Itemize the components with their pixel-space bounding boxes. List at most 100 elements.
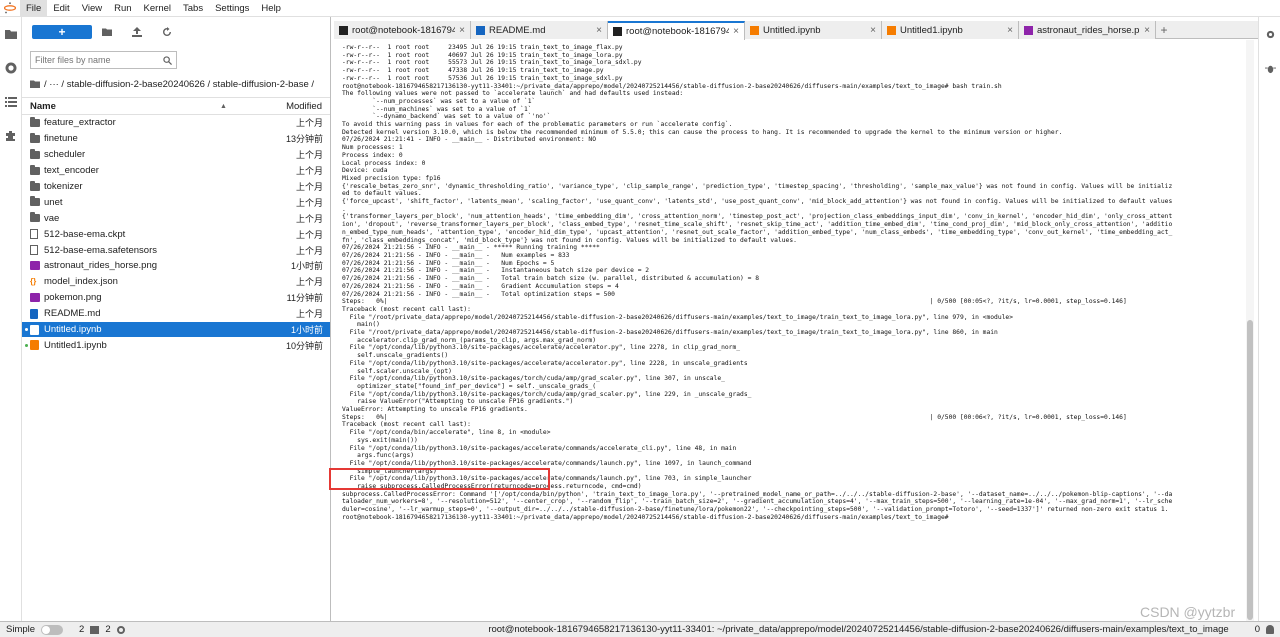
image-file-icon xyxy=(30,292,44,304)
menu-file[interactable]: File xyxy=(20,0,48,17)
search-icon xyxy=(163,55,172,65)
close-icon[interactable]: × xyxy=(870,25,876,36)
file-row[interactable]: feature_extractor 上个月 xyxy=(22,115,330,131)
terminal-line: Traceback (most recent call last): xyxy=(342,421,471,429)
tab[interactable]: README.md × xyxy=(471,21,608,39)
terminal-output[interactable]: -rw-r--r-- 1 root root 23495 Jul 26 19:1… xyxy=(334,40,1254,621)
file-row[interactable]: Untitled1.ipynb 10分钟前 xyxy=(22,337,330,353)
file-row[interactable]: astronaut_rides_horse.png 1小时前 xyxy=(22,258,330,274)
menu-run[interactable]: Run xyxy=(108,0,137,17)
terminal-line: Mixed precision type: fp16 xyxy=(342,174,441,182)
menu-help[interactable]: Help xyxy=(255,0,287,17)
tab-label: Untitled1.ipynb xyxy=(900,24,963,36)
breadcrumb-path[interactable]: / ··· / stable-diffusion-2-base20240626 … xyxy=(44,79,314,90)
tab[interactable]: astronaut_rides_horse.png × xyxy=(1019,21,1156,39)
terminal-line: root@notebook-1816794658217136130-yyt11-… xyxy=(342,513,953,521)
file-row[interactable]: Untitled.ipynb 1小时前 xyxy=(22,321,330,338)
file-name: astronaut_rides_horse.png xyxy=(44,260,158,272)
kernel-gear-icon xyxy=(116,625,125,634)
extensions-icon[interactable] xyxy=(0,119,22,153)
terminal-line: ed to default values. xyxy=(342,190,422,198)
file-row[interactable]: scheduler 上个月 xyxy=(22,147,330,163)
terminal-line: Traceback (most recent call last): xyxy=(342,305,471,313)
toc-icon[interactable] xyxy=(0,85,22,119)
column-name-header[interactable]: Name xyxy=(30,101,220,112)
new-folder-icon[interactable] xyxy=(92,25,122,39)
filter-files-input[interactable]: Filter files by name xyxy=(30,51,177,69)
simple-mode-toggle[interactable] xyxy=(41,624,64,635)
terminal-line: 07/26/2024 21:21:56 - INFO - __main__ - … xyxy=(342,259,555,267)
close-icon[interactable]: × xyxy=(1144,25,1150,36)
folder-home-icon[interactable] xyxy=(30,79,40,89)
file-row[interactable]: README.md 上个月 xyxy=(22,306,330,322)
file-name: 512-base-ema.ckpt xyxy=(44,228,126,240)
settings-gear-icon[interactable] xyxy=(1259,17,1280,51)
file-row[interactable]: pokemon.png 11分钟前 xyxy=(22,290,330,306)
terminal-line: File "/root/private_data/apprepo/model/2… xyxy=(342,329,998,337)
notebook-icon xyxy=(750,25,759,35)
right-count: 0 xyxy=(1254,624,1260,635)
kernels-count[interactable]: 2 xyxy=(79,624,84,635)
terminal-line: {'transformer_layers_per_block', 'num_at… xyxy=(342,213,1173,221)
close-icon[interactable]: × xyxy=(1007,25,1013,36)
terminal-line: 07/26/2024 21:21:56 - INFO - __main__ - … xyxy=(342,275,760,283)
menu-kernel[interactable]: Kernel xyxy=(138,0,177,17)
terminal-line: optimizer_state["found_inf_per_device"] … xyxy=(342,382,597,390)
file-name: scheduler xyxy=(44,149,86,161)
file-modified: 上个月 xyxy=(295,229,323,240)
terminal-line: 07/26/2024 21:21:41 - INFO - __main__ - … xyxy=(342,136,597,144)
column-modified-header[interactable]: Modified xyxy=(270,101,322,112)
breadcrumb[interactable]: / ··· / stable-diffusion-2-base20240626 … xyxy=(30,77,330,91)
file-row[interactable]: {} model_index.json 上个月 xyxy=(22,274,330,290)
close-icon[interactable]: × xyxy=(733,26,739,37)
scrollbar-thumb[interactable] xyxy=(1247,320,1253,620)
folder-icon xyxy=(30,164,44,177)
file-name: Untitled.ipynb xyxy=(44,324,102,336)
folder-icon[interactable] xyxy=(0,17,22,51)
bell-icon[interactable] xyxy=(1266,625,1274,634)
menu-settings[interactable]: Settings xyxy=(209,0,255,17)
terminal-line: {'rescale_betas_zero_snr', 'dynamic_thre… xyxy=(342,182,1173,190)
tab[interactable]: Untitled.ipynb × xyxy=(745,21,882,39)
file-row[interactable]: finetune 13分钟前 xyxy=(22,131,330,147)
add-tab-icon[interactable]: + xyxy=(1156,21,1172,39)
menu-edit[interactable]: Edit xyxy=(47,0,75,17)
terminal-line: main() xyxy=(342,321,380,329)
file-row[interactable]: text_encoder 上个月 xyxy=(22,163,330,179)
file-row[interactable]: vae 上个月 xyxy=(22,210,330,226)
debugger-icon[interactable] xyxy=(1259,51,1280,85)
file-row[interactable]: tokenizer 上个月 xyxy=(22,179,330,195)
file-row[interactable]: unet 上个月 xyxy=(22,194,330,210)
close-icon[interactable]: × xyxy=(596,25,602,36)
terminal-scrollbar[interactable] xyxy=(1246,40,1254,621)
terminal-line: ValueError: Attempting to unscale FP16 g… xyxy=(342,406,528,414)
terminal-line: Steps: 0%| | 0/500 [00:05<?, ?it/s, lr=0… xyxy=(342,298,1127,306)
terminal-line: File "/opt/conda/lib/python3.10/site-pac… xyxy=(342,375,725,383)
terminal-line: Process index: 0 xyxy=(342,151,403,159)
menu-view[interactable]: View xyxy=(76,0,108,17)
tab[interactable]: root@notebook-18167946 × xyxy=(334,21,471,39)
terminal-line: `--dynamo_backend` was set to a value of… xyxy=(342,113,551,121)
terminal-line: duler=cosine', '--lr_warmup_steps=0', '-… xyxy=(342,506,1169,514)
terminals-count[interactable]: 2 xyxy=(105,624,110,635)
file-modified: 上个月 xyxy=(295,166,323,177)
upload-icon[interactable] xyxy=(122,25,152,39)
tab[interactable]: root@notebook-18167946 × xyxy=(608,21,745,40)
terminal-line: -rw-r--r-- 1 root root 40697 Jul 26 19:1… xyxy=(342,51,623,59)
menu-tabs[interactable]: Tabs xyxy=(177,0,209,17)
terminal-line: n_embed_type_num_heads', 'attention_type… xyxy=(342,228,1173,236)
file-row[interactable]: 512-base-ema.safetensors 上个月 xyxy=(22,242,330,258)
terminal-line: Steps: 0%| | 0/500 [00:06<?, ?it/s, lr=0… xyxy=(342,413,1127,421)
refresh-icon[interactable] xyxy=(152,25,182,39)
close-icon[interactable]: × xyxy=(459,25,465,36)
terminal-line: File "/root/private_data/apprepo/model/2… xyxy=(342,313,1014,321)
tab-label: Untitled.ipynb xyxy=(763,24,821,36)
terminal-line: sys.exit(main()) xyxy=(342,436,418,444)
file-modified: 1小时前 xyxy=(290,325,323,336)
file-modified: 1小时前 xyxy=(290,261,323,272)
new-launcher-button[interactable]: + xyxy=(32,25,92,39)
file-row[interactable]: 512-base-ema.ckpt 上个月 xyxy=(22,226,330,242)
running-icon[interactable] xyxy=(0,51,22,85)
terminal-line: Device: cuda xyxy=(342,167,388,175)
tab[interactable]: Untitled1.ipynb × xyxy=(882,21,1019,39)
